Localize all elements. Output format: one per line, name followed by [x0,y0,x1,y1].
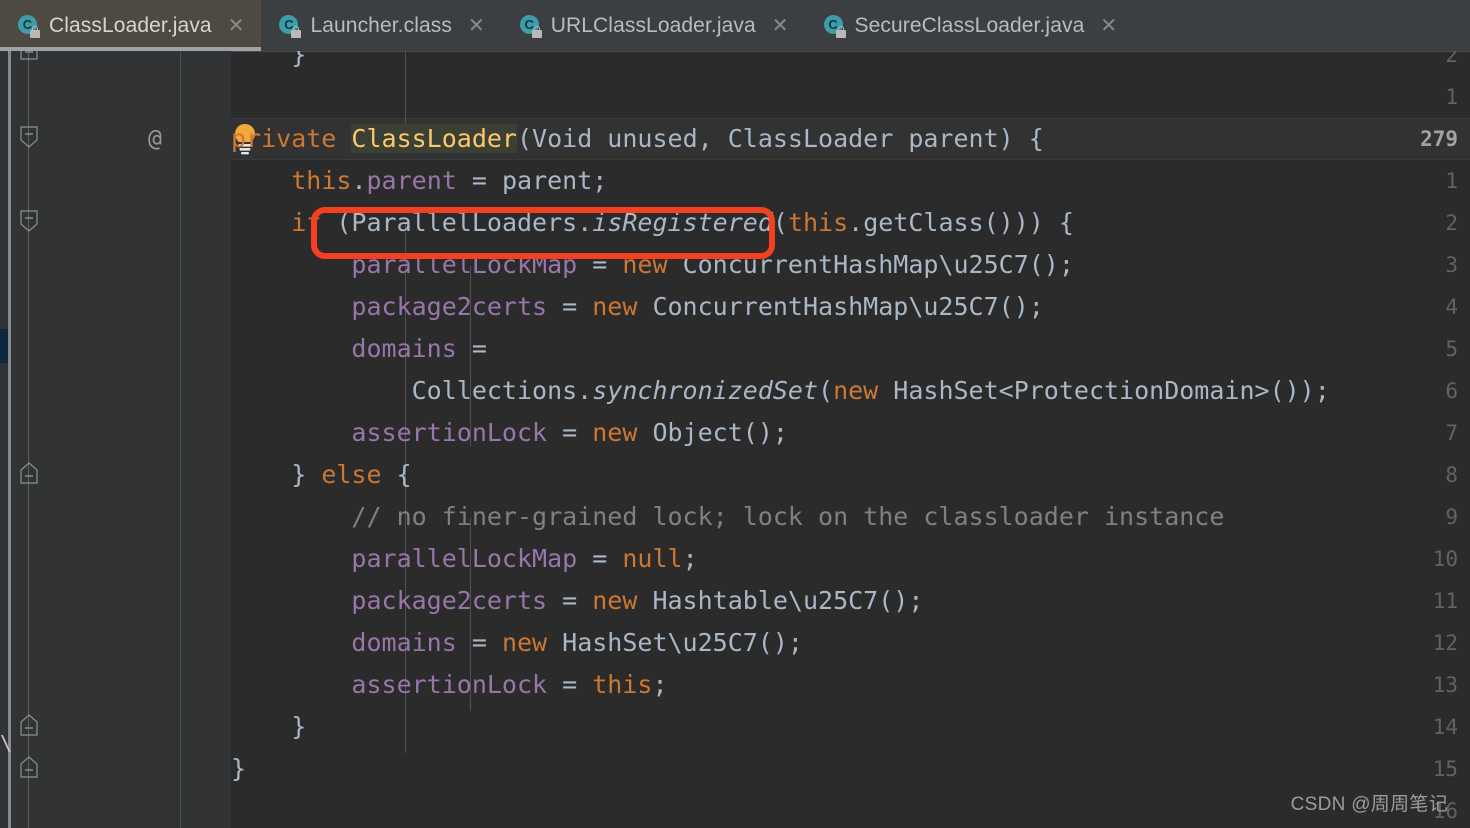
code-line: } [231,51,307,69]
code-folding-strip[interactable] [173,51,231,828]
code-line: assertionLock = new Object(); [351,418,788,447]
code-line: } [231,712,307,741]
code-line-comment: // no finer-grained lock; lock on the cl… [351,502,1225,531]
fold-expand-icon[interactable] [20,756,38,778]
close-icon[interactable]: ✕ [225,14,248,38]
code-line-method-signature: private ClassLoader(Void unused, ClassLo… [231,124,1044,153]
watermark: CSDN @周周笔记 [1290,794,1448,815]
close-icon[interactable]: ✕ [769,14,792,38]
code-line: package2certs = new ConcurrentHashMap\u2… [351,292,1044,321]
code-line: parallelLockMap = null; [351,544,698,573]
java-class-locked-icon: C [16,14,40,38]
code-editor[interactable]: \ 2 1 279 1 2 3 4 5 6 7 8 9 10 11 12 13 … [0,51,1470,828]
java-class-locked-icon: C [277,14,302,38]
indent-guide [180,51,181,828]
tab-urlclassloader-java[interactable]: C URLClassLoader.java ✕ [502,0,806,51]
tab-label: URLClassLoader.java [550,13,756,37]
code-line: Collections.synchronizedSet(new HashSet<… [231,376,1330,405]
fold-expand-icon[interactable] [20,462,38,484]
code-line: parallelLockMap = new ConcurrentHashMap\… [351,250,1074,279]
code-line: if (ParallelLoaders.isRegistered(this.ge… [291,208,1074,237]
left-change-marker [0,329,8,363]
code-line-annotated: this.parent = parent; [291,166,608,195]
tab-label: SecureClassLoader.java [854,13,1085,37]
editor-left-strip[interactable] [0,51,8,828]
annotation-gutter-marker[interactable]: @ [148,118,162,160]
fold-collapse-icon[interactable] [20,210,38,232]
code-text-area[interactable]: } private ClassLoader(Void unused, Class… [231,51,1470,828]
tab-launcher-class[interactable]: C Launcher.class ✕ [261,0,501,51]
java-class-locked-icon: C [518,14,542,38]
editor-tab-bar: C ClassLoader.java ✕ C Launcher.class ✕ … [0,0,1470,51]
fold-collapse-icon[interactable] [20,126,38,148]
code-line: domains = new HashSet\u25C7(); [351,628,803,657]
code-line: domains = [351,334,487,363]
tab-label: ClassLoader.java [49,13,212,37]
close-icon[interactable]: ✕ [1097,14,1120,38]
fold-collapse-icon[interactable] [20,51,38,66]
close-icon[interactable]: ✕ [465,14,488,38]
tab-classloader-java[interactable]: C ClassLoader.java ✕ [0,0,262,51]
tab-label: Launcher.class [310,13,452,37]
code-line: } else { [231,460,412,489]
tab-secureclassloader-java[interactable]: C SecureClassLoader.java ✕ [806,0,1135,51]
code-line: package2certs = new Hashtable\u25C7(); [351,586,924,615]
code-line: assertionLock = this; [351,670,668,699]
fold-region-line [28,51,29,828]
left-edge-glyph: \ [0,731,13,755]
code-line: } [231,754,247,783]
fold-expand-icon[interactable] [20,714,38,736]
line-number-gutter[interactable] [11,51,173,828]
java-class-locked-icon: C [822,14,846,38]
